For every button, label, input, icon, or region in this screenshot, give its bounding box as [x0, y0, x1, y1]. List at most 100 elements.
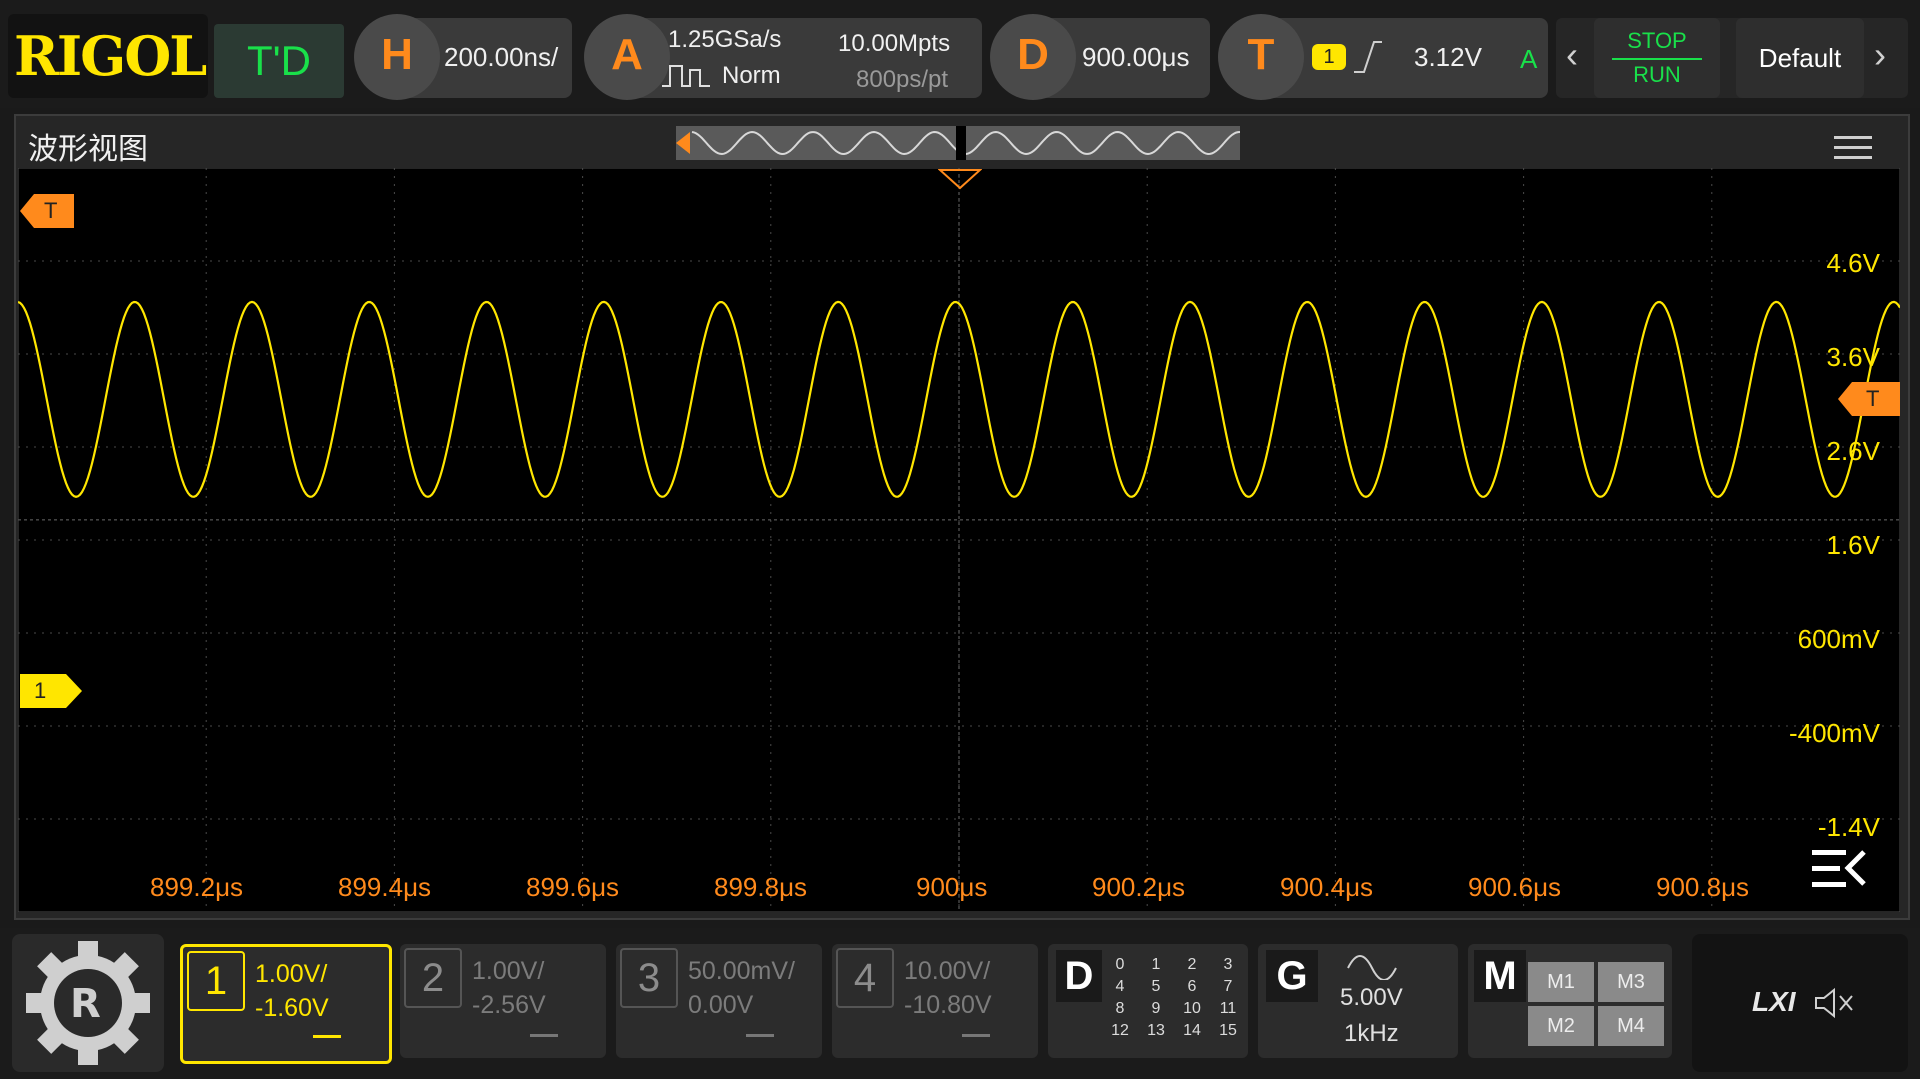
acquire-key-button[interactable]: A [584, 14, 670, 100]
speaker-muted-icon[interactable] [1812, 986, 1858, 1020]
volt-label: 2.6V [1826, 436, 1881, 466]
svg-text:R: R [70, 981, 101, 1027]
trigger-position-marker [938, 169, 982, 190]
delay-key-button[interactable]: D [990, 14, 1076, 100]
memory-depth-value: 10.00Mpts [838, 30, 951, 57]
channel2-number: 2 [404, 948, 462, 1008]
channel4-offset: -10.80V [904, 991, 992, 1019]
digital-channels-button[interactable]: D 0 1 2 3 4 5 6 7 8 9 10 11 12 13 14 15 [1048, 944, 1248, 1058]
time-label: 899.4μs [338, 872, 432, 902]
sample-rate-value: 1.25GSa/s [668, 26, 782, 53]
digital-bit: 1 [1151, 956, 1161, 973]
channel3-coupling-icon [746, 1034, 774, 1047]
time-label: 900.8μs [1656, 872, 1750, 902]
time-label: 900.2μs [1092, 872, 1186, 902]
time-label: 900.6μs [1468, 872, 1562, 902]
math-m3-button[interactable]: M3 [1598, 962, 1664, 1002]
stop-label: STOP [1627, 28, 1687, 53]
channel1-offset: -1.60V [255, 994, 329, 1022]
run-stop-button[interactable]: STOP RUN [1594, 18, 1720, 98]
channel1-coupling-icon [313, 1035, 341, 1048]
math-button[interactable]: M M1 M3 M2 M4 [1468, 944, 1672, 1058]
time-label: 900μs [916, 872, 988, 902]
resolution-value: 800ps/pt [856, 66, 949, 93]
time-label: 899.8μs [714, 872, 808, 902]
digital-bit: 3 [1223, 956, 1233, 973]
view-menu-icon[interactable] [1834, 136, 1872, 160]
trigger-source-badge: 1 [1312, 44, 1346, 70]
trigger-level-marker[interactable]: T [1838, 382, 1900, 416]
channel2-coupling-icon [530, 1034, 558, 1047]
channel1-offset-marker[interactable]: 1 [20, 674, 82, 708]
digital-bit-grid: 0 1 2 3 4 5 6 7 8 9 10 11 12 13 14 15 [1102, 956, 1246, 1040]
digital-bit: 8 [1115, 1000, 1125, 1017]
memory-overview-bar[interactable] [676, 126, 1241, 160]
channel1-scale: 1.00V/ [255, 960, 328, 988]
channel4-number: 4 [836, 948, 894, 1008]
acquire-pulse-icon [662, 65, 710, 87]
digital-bit: 13 [1147, 1022, 1165, 1039]
time-label: 899.2μs [150, 872, 244, 902]
status-panel: LXI [1692, 934, 1908, 1072]
volt-label: 600mV [1797, 624, 1880, 654]
volt-label: 1.6V [1826, 530, 1881, 560]
channel4-coupling-icon [962, 1034, 990, 1047]
collapse-panel-icon[interactable] [1808, 846, 1868, 892]
home-button[interactable]: R [12, 934, 164, 1072]
channel3-button[interactable]: 3 50.00mV/ 0.00V [616, 944, 822, 1058]
channel3-offset: 0.00V [688, 991, 754, 1019]
math-m1-button[interactable]: M1 [1528, 962, 1594, 1002]
time-label: 900.4μs [1280, 872, 1374, 902]
channel1-button[interactable]: 1 1.00V/ -1.60V [180, 944, 392, 1064]
math-m4-button[interactable]: M4 [1598, 1006, 1664, 1046]
generator-button[interactable]: G 5.00V 1kHz [1258, 944, 1458, 1058]
chevron-right-icon[interactable]: › [1874, 34, 1886, 76]
sine-wave-icon [1347, 955, 1397, 980]
digital-bit: 11 [1219, 1000, 1237, 1017]
waveform-view-title: 波形视图 [28, 133, 148, 166]
channel4-button[interactable]: 4 10.00V/ -10.80V [832, 944, 1038, 1058]
horizontal-key-button[interactable]: H [354, 14, 440, 100]
digital-key: D [1056, 950, 1102, 1002]
math-m2-button[interactable]: M2 [1528, 1006, 1594, 1046]
volt-label: 4.6V [1826, 248, 1881, 278]
brand-logo-text: RIGOL [14, 24, 207, 88]
digital-bit: 2 [1187, 956, 1197, 973]
lxi-logo: LXI [1752, 986, 1796, 1017]
acquire-mode-value: Norm [722, 62, 781, 89]
horizontal-scale-value: 200.00ns/ [444, 42, 559, 72]
channel3-scale: 50.00mV/ [688, 957, 796, 985]
trigger-level-value: 3.12V [1414, 42, 1482, 72]
digital-bit: 0 [1115, 956, 1125, 973]
trigger-marker-left[interactable]: T [20, 194, 76, 228]
volt-label: 3.6V [1826, 342, 1881, 372]
digital-bit: 7 [1223, 978, 1233, 995]
waveform-display [17, 167, 1901, 913]
memory-overview-waveform [676, 126, 1241, 160]
volt-label: -1.4V [1817, 812, 1880, 842]
waveform-grid[interactable] [17, 167, 1901, 913]
time-label: 899.6μs [526, 872, 620, 902]
digital-bit: 12 [1111, 1022, 1129, 1039]
run-label: RUN [1633, 62, 1681, 87]
trigger-panel[interactable] [1264, 18, 1548, 98]
trigger-sweep-mode: A [1520, 44, 1538, 74]
trigger-key-button[interactable]: T [1218, 14, 1304, 100]
generator-key: G [1266, 950, 1318, 1002]
generator-amplitude: 5.00V [1340, 984, 1403, 1011]
digital-bit: 4 [1115, 978, 1125, 995]
chevron-left-icon[interactable]: ‹ [1566, 34, 1578, 76]
volt-label: -400mV [1788, 718, 1880, 748]
digital-bit: 15 [1219, 1022, 1237, 1039]
math-key: M [1474, 950, 1526, 1002]
digital-bit: 6 [1187, 978, 1197, 995]
channel2-button[interactable]: 2 1.00V/ -2.56V [400, 944, 606, 1058]
default-button[interactable]: Default [1736, 18, 1864, 98]
td-mode-button[interactable]: T'D [214, 24, 344, 98]
digital-bit: 9 [1151, 1000, 1161, 1017]
digital-bit: 10 [1183, 1000, 1201, 1017]
channel3-number: 3 [620, 948, 678, 1008]
trigger-marker-label: T [44, 198, 58, 223]
delay-value: 900.00μs [1082, 42, 1190, 72]
rising-edge-icon [1354, 41, 1382, 73]
